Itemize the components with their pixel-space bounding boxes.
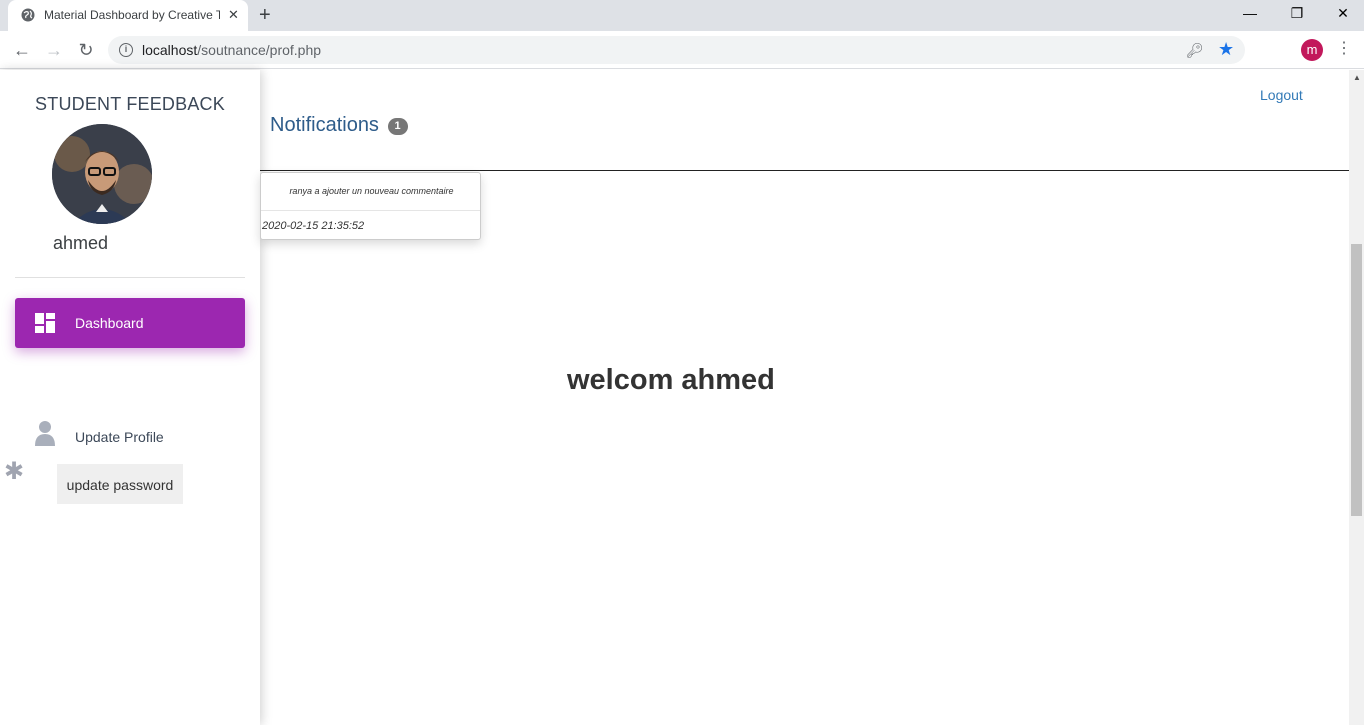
browser-tab-bar: Material Dashboard by Creative Tim ✕ + —… [0, 0, 1364, 31]
restore-button[interactable]: ❐ [1285, 4, 1309, 24]
key-icon[interactable]: 🔑︎ [1186, 42, 1204, 59]
info-icon[interactable]: i [119, 43, 133, 57]
top-navbar: Notifications 1 Logout [260, 70, 1349, 171]
logout-link[interactable]: Logout [1260, 87, 1303, 103]
close-window-button[interactable]: ✕ [1331, 4, 1355, 24]
sidebar-divider [15, 277, 245, 278]
back-button[interactable]: ← [10, 39, 34, 61]
minimize-button[interactable]: — [1238, 4, 1262, 24]
notification-date: 2020-02-15 21:35:52 [262, 220, 365, 232]
update-password-button[interactable]: update password [57, 464, 183, 504]
forward-button[interactable]: → [42, 39, 66, 61]
username: ahmed [53, 233, 109, 253]
sidebar-item-dashboard[interactable]: Dashboard [15, 298, 245, 348]
welcome-heading: welcom ahmed [567, 364, 775, 396]
address-bar: ← → ↻ i localhost/soutnance/prof.php 🔑︎ … [0, 31, 1364, 69]
dropdown-divider [261, 210, 480, 211]
dashboard-icon [35, 313, 55, 333]
url-field[interactable]: i localhost/soutnance/prof.php 🔑︎ ★ [108, 36, 1245, 64]
scrollbar-thumb[interactable] [1351, 244, 1362, 516]
browser-menu-icon[interactable]: ⋮ [1336, 39, 1352, 59]
notification-dropdown: ranya a ajouter un nouveau commentaire 2… [260, 172, 481, 240]
sidebar-item-label: Update Profile [75, 429, 164, 445]
bookmark-star-icon[interactable]: ★ [1218, 39, 1234, 60]
page-scrollbar[interactable]: ▲ [1349, 70, 1364, 725]
scroll-up-arrow-icon[interactable]: ▲ [1353, 73, 1361, 82]
browser-tab[interactable]: Material Dashboard by Creative Tim ✕ [8, 0, 248, 31]
notification-count-badge: 1 [387, 118, 408, 135]
sidebar: STUDENT FEEDBACK ahmed Dashboard Update … [0, 70, 260, 725]
close-tab-icon[interactable]: ✕ [228, 6, 239, 24]
sidebar-item-label: Dashboard [75, 315, 144, 331]
globe-icon [21, 8, 35, 22]
url-text: localhost/soutnance/prof.php [142, 42, 322, 58]
browser-profile-avatar[interactable]: m [1301, 39, 1323, 61]
reload-button[interactable]: ↻ [74, 39, 98, 61]
new-tab-button[interactable]: + [259, 3, 271, 27]
notification-message[interactable]: ranya a ajouter un nouveau commentaire [261, 186, 482, 196]
profile-photo [52, 124, 152, 224]
notifications-toggle[interactable]: Notifications 1 [270, 114, 408, 137]
person-icon [35, 421, 55, 446]
sidebar-item-update-profile[interactable]: Update Profile [15, 414, 245, 458]
brand-title: STUDENT FEEDBACK [35, 94, 225, 114]
notifications-label: Notifications [270, 114, 379, 136]
tab-title: Material Dashboard by Creative Tim [44, 8, 220, 22]
asterisk-icon: ✱ [4, 458, 25, 485]
